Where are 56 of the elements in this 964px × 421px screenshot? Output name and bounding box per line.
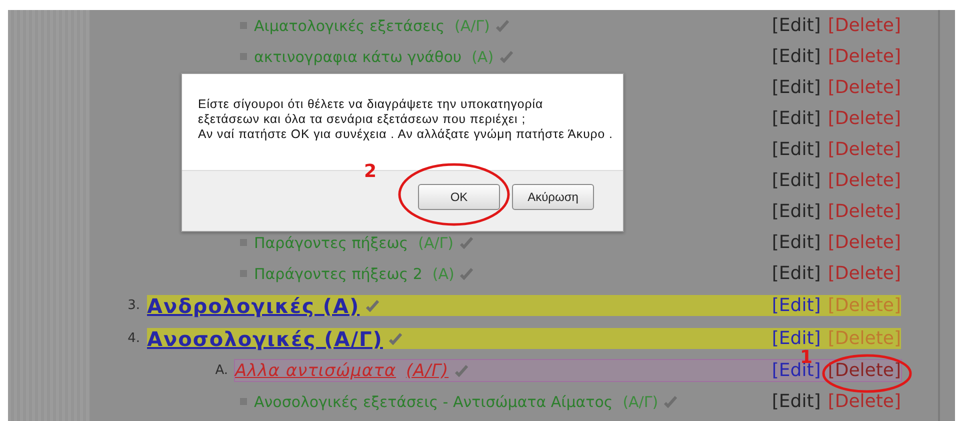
dialog-message: Αν ναί πατήστε ΟΚ για συνέχεια . Αν αλλάξατε γνώμη πατήστε Άκυρο . bbox=[198, 127, 614, 142]
list-number: 3. bbox=[126, 298, 140, 313]
edit-link[interactable]: [Edit] bbox=[772, 170, 821, 191]
list-number: A. bbox=[214, 363, 228, 378]
delete-link[interactable]: [Delete] bbox=[828, 201, 901, 222]
edit-link[interactable]: [Edit] bbox=[772, 46, 821, 67]
edit-link[interactable]: [Edit] bbox=[772, 15, 821, 36]
access-tag: (Α/Γ) bbox=[622, 392, 658, 410]
check-icon bbox=[496, 20, 509, 32]
delete-link[interactable]: [Delete] bbox=[828, 295, 901, 316]
delete-link[interactable]: [Delete] bbox=[828, 46, 901, 67]
delete-link[interactable]: [Delete] bbox=[828, 170, 901, 191]
exam-link[interactable]: Αιματολογικές εξετάσεις bbox=[254, 16, 444, 34]
access-tag: (Α/Γ) bbox=[406, 360, 449, 380]
check-icon bbox=[664, 396, 678, 408]
check-icon bbox=[366, 300, 379, 312]
check-icon bbox=[460, 268, 474, 280]
dialog-message: εξετάσεων και όλα τα σενάρια εξετάσεων που περιέχει ; bbox=[198, 112, 527, 127]
edit-link[interactable]: [Edit] bbox=[772, 77, 821, 98]
delete-link[interactable]: [Delete] bbox=[828, 391, 901, 412]
ok-button[interactable]: OK bbox=[418, 184, 500, 210]
check-icon bbox=[388, 332, 402, 344]
delete-link[interactable]: [Delete] bbox=[828, 139, 901, 160]
access-tag: (Α) bbox=[472, 48, 494, 66]
edit-link[interactable]: [Edit] bbox=[772, 391, 821, 412]
access-tag: (Α/Γ) bbox=[418, 234, 454, 252]
delete-link[interactable]: [Delete] bbox=[828, 77, 901, 98]
edit-link[interactable]: [Edit] bbox=[772, 295, 821, 316]
category-link[interactable]: Αλλα αντισώματα bbox=[235, 360, 396, 380]
exam-link[interactable]: ακτινογραφια κάτω γνάθου bbox=[254, 48, 462, 66]
exam-link[interactable]: Παράγοντες πήξεως bbox=[254, 234, 408, 252]
cancel-button[interactable]: Ακύρωση bbox=[512, 184, 594, 210]
delete-link[interactable]: [Delete] bbox=[828, 232, 901, 253]
check-icon bbox=[500, 50, 513, 62]
dialog-message: Είστε σίγουροι ότι θέλετε να διαγράψετε την υποκατηγορία bbox=[198, 97, 544, 112]
delete-link[interactable]: [Delete] bbox=[828, 263, 901, 284]
delete-link[interactable]: [Delete] bbox=[828, 328, 901, 349]
access-tag: (Α/Γ) bbox=[454, 16, 490, 34]
exam-link[interactable]: Παράγοντες πήξεως 2 bbox=[254, 264, 422, 282]
edit-link[interactable]: [Edit] bbox=[772, 139, 821, 160]
category-link[interactable]: Ανοσολογικές (Α/Γ) bbox=[147, 326, 383, 350]
edit-link[interactable]: [Edit] bbox=[772, 108, 821, 129]
check-icon bbox=[460, 236, 472, 248]
edit-link[interactable]: [Edit] bbox=[772, 263, 821, 284]
category-link[interactable]: Ανδρολογικές (Α) bbox=[147, 294, 360, 318]
delete-link[interactable]: [Delete] bbox=[828, 15, 901, 36]
check-icon bbox=[454, 364, 468, 376]
edit-link[interactable]: [Edit] bbox=[772, 201, 821, 222]
list-number: 4. bbox=[126, 331, 140, 346]
edit-link[interactable]: [Edit] bbox=[772, 232, 821, 253]
exam-link[interactable]: Ανοσολογικές εξετάσεις - Αντισώματα Αίματος bbox=[254, 392, 613, 410]
access-tag: (Α) bbox=[432, 264, 454, 282]
step-number: 2 bbox=[364, 163, 377, 181]
delete-link[interactable]: [Delete] bbox=[828, 360, 901, 381]
edit-link[interactable]: [Edit] bbox=[772, 328, 821, 349]
delete-link[interactable]: [Delete] bbox=[828, 108, 901, 129]
